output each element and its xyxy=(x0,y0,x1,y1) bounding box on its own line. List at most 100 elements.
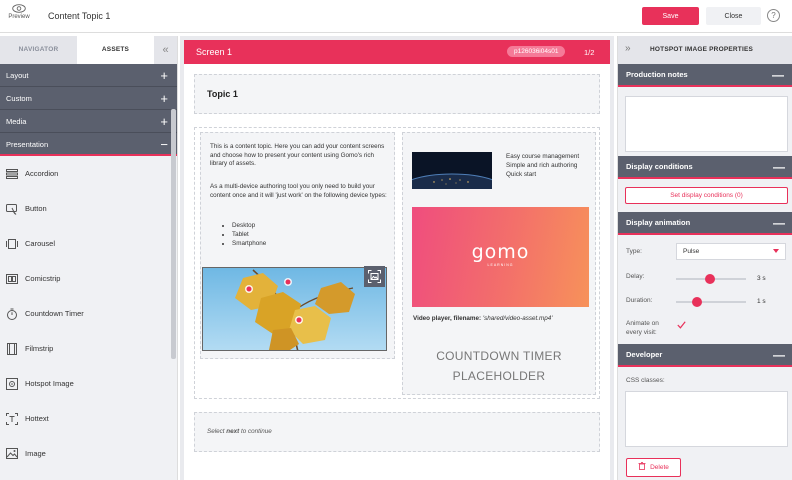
animation-type-select[interactable]: Pulse xyxy=(676,243,786,260)
expand-panel-icon[interactable]: » xyxy=(625,43,631,54)
asset-image[interactable]: Image xyxy=(0,436,177,471)
earth-night-thumbnail[interactable] xyxy=(412,152,492,189)
category-layout[interactable]: Layout + xyxy=(0,64,177,87)
save-button[interactable]: Save xyxy=(642,7,699,25)
delete-label: Delete xyxy=(650,464,669,471)
chevron-down-icon xyxy=(773,249,779,253)
list-item: Tablet xyxy=(232,230,266,239)
video-label-title: Video player, filename: xyxy=(413,315,482,322)
asset-label: Hottext xyxy=(25,414,49,423)
preview-button[interactable]: Preview xyxy=(6,4,32,20)
list-item: Quick start xyxy=(506,171,537,178)
expand-icon: + xyxy=(160,68,168,83)
animate-checkbox[interactable] xyxy=(677,321,686,331)
asset-accordion[interactable]: Accordion xyxy=(0,156,177,191)
asset-label: Carousel xyxy=(25,239,56,248)
delay-value: 3 s xyxy=(757,275,766,282)
video-filename: 'shared/video-asset.mp4' xyxy=(482,315,553,322)
section-label: Display animation xyxy=(626,218,691,227)
intro-paragraph: This is a content topic. Here you can ad… xyxy=(210,143,385,167)
asset-filmstrip[interactable]: Filmstrip xyxy=(0,331,177,366)
collapse-icon: — xyxy=(773,216,785,230)
collapse-icon: — xyxy=(773,160,785,174)
media-block: Easy course management Simple and rich a… xyxy=(402,132,596,395)
countdown-timer-placeholder[interactable]: COUNTDOWN TIMER PLACEHOLDER xyxy=(403,346,595,386)
asset-carousel[interactable]: Carousel xyxy=(0,226,177,261)
footer-block[interactable]: Select next to continue xyxy=(194,412,600,452)
animate-every-visit-label: Animate on every visit: xyxy=(626,320,659,336)
collapse-icon: — xyxy=(773,348,785,362)
list-item: Smartphone xyxy=(232,239,266,248)
hotspot-image[interactable] xyxy=(202,267,387,351)
document-title: Content Topic 1 xyxy=(48,11,111,21)
duration-value: 1 s xyxy=(757,298,766,305)
section-display-animation[interactable]: Display animation — xyxy=(618,212,792,235)
screen-canvas: Topic 1 This is a content topic. Here yo… xyxy=(184,64,610,480)
asset-label: Countdown Timer xyxy=(25,309,84,318)
tab-assets[interactable]: ASSETS xyxy=(77,36,154,64)
device-list: Desktop Tablet Smartphone xyxy=(210,221,266,248)
device-paragraph: As a multi-device authoring tool you onl… xyxy=(210,183,387,199)
left-panel: NAVIGATOR ASSETS « Layout + Custom + Media… xyxy=(0,36,178,480)
set-display-conditions-button[interactable]: Set display conditions (0) xyxy=(625,187,788,204)
timer-icon xyxy=(5,307,19,321)
eye-icon xyxy=(12,4,26,13)
asset-comicstrip[interactable]: Comicstrip xyxy=(0,261,177,296)
section-developer[interactable]: Developer — xyxy=(618,344,792,367)
accordion-icon xyxy=(5,167,19,181)
video-player[interactable]: gomo LEARNING xyxy=(412,207,589,307)
footer-instruction: Select next to continue xyxy=(207,428,272,435)
close-button[interactable]: Close xyxy=(706,7,761,25)
category-custom[interactable]: Custom + xyxy=(0,87,177,110)
left-scrollbar[interactable] xyxy=(171,109,176,359)
properties-header: » HOTSPOT IMAGE PROPERTIES xyxy=(618,36,792,64)
duration-slider-handle[interactable] xyxy=(692,297,702,307)
comicstrip-icon xyxy=(5,272,19,286)
category-presentation[interactable]: Presentation − xyxy=(0,133,177,156)
asset-hottext[interactable]: Hottext xyxy=(0,401,177,436)
topic-title: Topic 1 xyxy=(207,89,238,99)
asset-label: Filmstrip xyxy=(25,344,54,353)
help-icon[interactable]: ? xyxy=(767,9,780,22)
carousel-icon xyxy=(5,237,19,251)
filmstrip-icon xyxy=(5,342,19,356)
asset-hotspot-image[interactable]: Hotspot Image xyxy=(0,366,177,401)
production-notes-input[interactable] xyxy=(625,96,788,152)
duration-label: Duration: xyxy=(626,297,653,304)
css-classes-input[interactable] xyxy=(625,391,788,447)
asset-countdown-timer[interactable]: Countdown Timer xyxy=(0,296,177,331)
list-item: Desktop xyxy=(232,221,266,230)
panel-tabs: NAVIGATOR ASSETS « xyxy=(0,36,177,64)
hottext-icon xyxy=(5,412,19,426)
section-display-conditions[interactable]: Display conditions — xyxy=(618,156,792,179)
section-label: Display conditions xyxy=(626,162,693,171)
properties-title: HOTSPOT IMAGE PROPERTIES xyxy=(650,46,754,53)
list-item: Easy course management xyxy=(506,153,580,160)
topic-title-block[interactable]: Topic 1 xyxy=(194,74,600,114)
tab-navigator[interactable]: NAVIGATOR xyxy=(0,36,77,64)
collapse-left-icon[interactable]: « xyxy=(154,36,177,64)
section-production-notes[interactable]: Production notes — xyxy=(618,64,792,87)
delay-label: Delay: xyxy=(626,273,645,280)
hotspot-image-icon xyxy=(5,377,19,391)
autumn-leaves-image xyxy=(203,268,386,350)
delay-slider[interactable] xyxy=(676,274,746,284)
asset-button[interactable]: Button xyxy=(0,191,177,226)
category-label: Layout xyxy=(6,71,29,80)
category-label: Presentation xyxy=(6,140,49,149)
asset-label: Button xyxy=(25,204,47,213)
image-settings-icon[interactable] xyxy=(364,266,385,287)
delete-button[interactable]: Delete xyxy=(626,458,681,477)
screen-header: Screen 1 p126036i04s01 1/2 xyxy=(184,40,610,64)
duration-slider[interactable] xyxy=(676,297,746,307)
properties-panel: » HOTSPOT IMAGE PROPERTIES Production no… xyxy=(617,36,792,480)
image-icon xyxy=(5,447,19,461)
countdown-line-2: PLACEHOLDER xyxy=(452,369,546,383)
expand-icon: + xyxy=(160,114,168,129)
category-media[interactable]: Media + xyxy=(0,110,177,133)
gomo-logo-subtitle: LEARNING xyxy=(487,263,514,267)
footer-text-bold: next xyxy=(226,428,240,435)
delay-slider-handle[interactable] xyxy=(704,274,715,284)
type-value: Pulse xyxy=(683,248,700,255)
earth-image xyxy=(412,152,492,189)
